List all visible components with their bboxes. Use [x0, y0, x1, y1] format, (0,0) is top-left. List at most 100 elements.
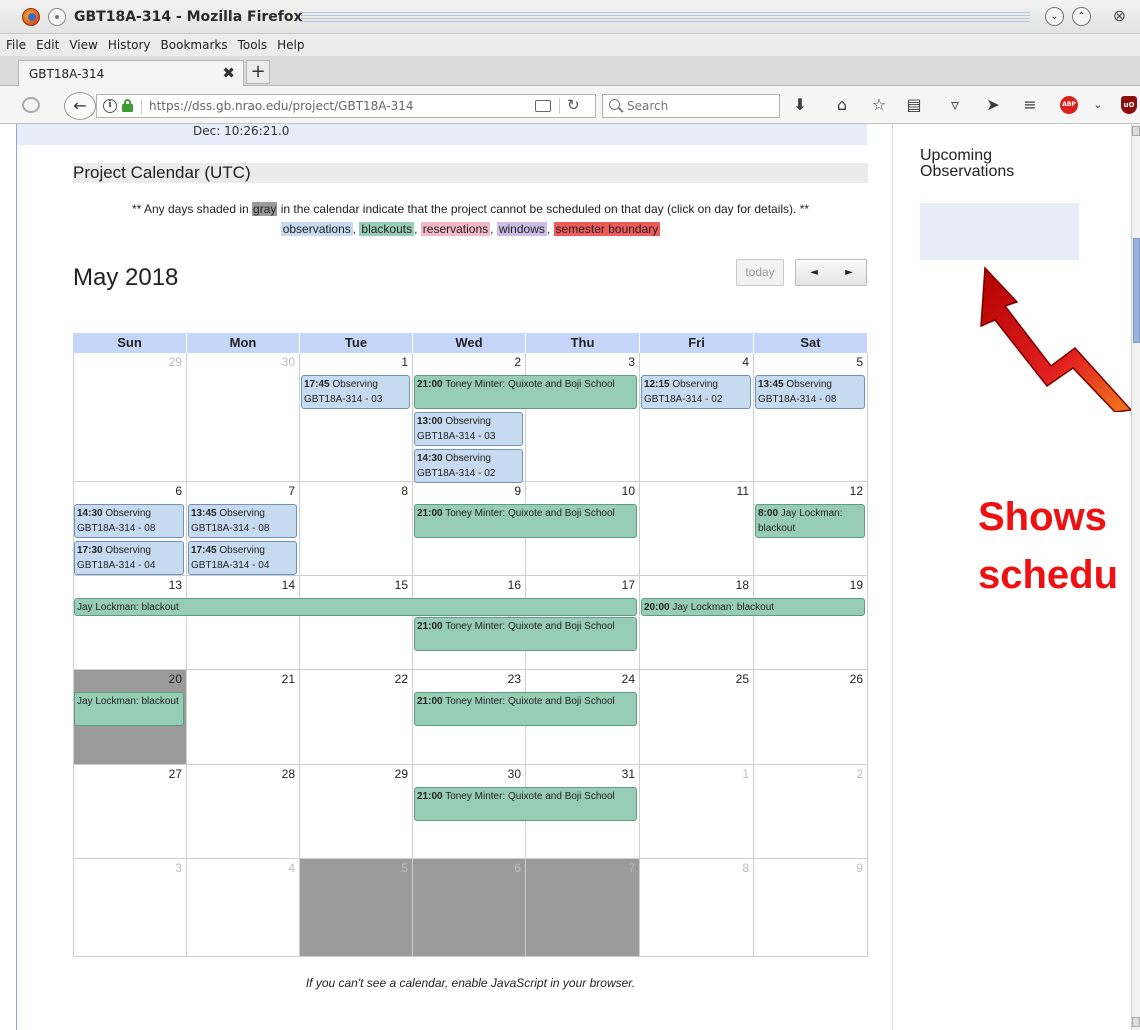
day-number: 30: [507, 767, 521, 781]
day-cell[interactable]: 29: [300, 765, 413, 859]
day-cell[interactable]: 21: [187, 670, 300, 765]
day-cell[interactable]: 2: [754, 765, 868, 859]
home-icon[interactable]: ⌂: [832, 95, 852, 115]
day-cell[interactable]: 5: [754, 353, 868, 482]
blackout-event[interactable]: 8:00 Jay Lockman: blackout: [755, 504, 865, 538]
day-cell[interactable]: 26: [754, 670, 868, 765]
day-cell[interactable]: 27: [73, 765, 187, 859]
menu-edit[interactable]: Edit: [31, 34, 64, 56]
menu-tools[interactable]: Tools: [233, 34, 273, 56]
day-cell[interactable]: 3: [73, 859, 187, 957]
hamburger-menu-icon[interactable]: ≡: [1020, 95, 1040, 115]
observation-event[interactable]: 17:45 Observing GBT18A-314 - 03: [301, 375, 410, 409]
library-icon[interactable]: ▤: [904, 95, 924, 115]
day-cell[interactable]: 8: [300, 482, 413, 576]
day-cell[interactable]: 8: [640, 859, 754, 957]
next-month-button[interactable]: ►: [832, 260, 866, 285]
chevron-down-icon[interactable]: ⌄: [1088, 95, 1108, 115]
day-number: 7: [288, 484, 295, 498]
menu-history[interactable]: History: [103, 34, 156, 56]
send-tab-icon[interactable]: ➤: [983, 95, 1003, 115]
observation-event[interactable]: 13:45 Observing GBT18A-314 - 08: [188, 504, 297, 538]
sync-icon[interactable]: [22, 97, 40, 113]
prev-month-button[interactable]: ◄: [796, 260, 832, 285]
blackout-event[interactable]: 21:00 Toney Minter: Quixote and Boji Sch…: [414, 375, 637, 409]
tab-gbt18a-314[interactable]: GBT18A-314 ✖: [18, 60, 244, 87]
adblock-plus-icon[interactable]: ABP: [1060, 96, 1078, 114]
url-text[interactable]: https://dss.gb.nrao.edu/project/GBT18A-3…: [149, 99, 414, 113]
observation-event[interactable]: 13:00 Observing GBT18A-314 - 03: [414, 412, 523, 446]
observation-event[interactable]: 13:45 Observing GBT18A-314 - 08: [755, 375, 865, 409]
day-number: 8: [401, 484, 408, 498]
shading-note: ** Any days shaded in gray in the calend…: [73, 202, 868, 216]
observation-event[interactable]: 14:30 Observing GBT18A-314 - 08: [74, 504, 184, 538]
day-number: 22: [394, 672, 408, 686]
blackout-event[interactable]: 20:00 Jay Lockman: blackout: [641, 598, 865, 616]
day-cell[interactable]: 5: [300, 859, 413, 957]
event-time: 20:00: [644, 602, 670, 613]
menu-bookmarks[interactable]: Bookmarks: [156, 34, 233, 56]
observation-event[interactable]: 17:45 Observing GBT18A-314 - 04: [188, 541, 297, 575]
scroll-up-button[interactable]: [1132, 126, 1140, 136]
menu-file[interactable]: File: [0, 34, 31, 56]
blackout-event[interactable]: Jay Lockman: blackout: [74, 692, 184, 726]
blackout-event[interactable]: 21:00 Toney Minter: Quixote and Boji Sch…: [414, 692, 637, 726]
day-cell[interactable]: 13: [73, 576, 187, 670]
new-tab-button[interactable]: +: [246, 60, 270, 84]
day-number: 24: [621, 672, 635, 686]
event-time: 21:00: [417, 791, 443, 802]
search-bar[interactable]: Search: [602, 94, 780, 118]
scroll-thumb[interactable]: [1133, 238, 1140, 343]
day-cell[interactable]: 15: [300, 576, 413, 670]
legend-sep: ,: [546, 222, 554, 236]
observation-event[interactable]: 17:30 Observing GBT18A-314 - 04: [74, 541, 184, 575]
download-icon[interactable]: ⬇: [790, 95, 810, 115]
observation-event[interactable]: 12:15 Observing GBT18A-314 - 02: [641, 375, 751, 409]
day-cell[interactable]: 18: [640, 576, 754, 670]
site-info-icon[interactable]: i: [103, 99, 117, 113]
day-cell[interactable]: 6: [413, 859, 526, 957]
url-bar[interactable]: i https://dss.gb.nrao.edu/project/GBT18A…: [96, 94, 596, 118]
back-button[interactable]: ←: [64, 92, 96, 120]
day-cell[interactable]: 29: [73, 353, 187, 482]
scroll-down-button[interactable]: [1132, 1017, 1140, 1027]
minimize-button[interactable]: ⌄: [1045, 7, 1064, 26]
day-cell[interactable]: 11: [640, 482, 754, 576]
day-cell[interactable]: 9: [754, 859, 868, 957]
day-cell[interactable]: 3: [526, 353, 640, 482]
observation-event[interactable]: 14:30 Observing GBT18A-314 - 02: [414, 449, 523, 483]
blackout-event[interactable]: Jay Lockman: blackout: [74, 598, 637, 616]
bookmark-star-icon[interactable]: ☆: [869, 95, 889, 115]
day-cell[interactable]: 4: [187, 859, 300, 957]
menu-view[interactable]: View: [64, 34, 102, 56]
day-cell[interactable]: 22: [300, 670, 413, 765]
blackout-event[interactable]: 21:00 Toney Minter: Quixote and Boji Sch…: [414, 787, 637, 821]
ublock-icon[interactable]: uO: [1121, 96, 1137, 114]
blackout-event[interactable]: 21:00 Toney Minter: Quixote and Boji Sch…: [414, 617, 637, 651]
day-cell[interactable]: 28: [187, 765, 300, 859]
blackout-event[interactable]: 21:00 Toney Minter: Quixote and Boji Sch…: [414, 504, 637, 538]
day-cell[interactable]: 30: [187, 353, 300, 482]
window-menu-icon[interactable]: [48, 8, 66, 26]
pocket-icon[interactable]: ▿: [945, 95, 965, 115]
legend-semester-boundary: semester boundary: [553, 222, 661, 236]
reader-view-icon[interactable]: [535, 100, 551, 112]
day-cell[interactable]: 4: [640, 353, 754, 482]
day-cell[interactable]: 19: [754, 576, 868, 670]
maximize-button[interactable]: ⌃: [1072, 7, 1091, 26]
day-cell[interactable]: 14: [187, 576, 300, 670]
day-number: 1: [742, 767, 749, 781]
menu-help[interactable]: Help: [272, 34, 309, 56]
lock-icon[interactable]: [122, 99, 133, 112]
event-title: Jay Lockman: blackout: [77, 696, 179, 707]
reload-icon[interactable]: ↻: [567, 96, 580, 114]
day-cell[interactable]: 1: [300, 353, 413, 482]
day-cell[interactable]: 25: [640, 670, 754, 765]
today-button[interactable]: today: [736, 259, 784, 286]
day-cell[interactable]: 1: [640, 765, 754, 859]
tab-close-icon[interactable]: ✖: [222, 64, 235, 82]
close-window-button[interactable]: ⊗: [1110, 7, 1129, 26]
event-time: 13:00: [417, 416, 443, 427]
day-cell[interactable]: 7: [526, 859, 640, 957]
day-number: 5: [856, 355, 863, 369]
